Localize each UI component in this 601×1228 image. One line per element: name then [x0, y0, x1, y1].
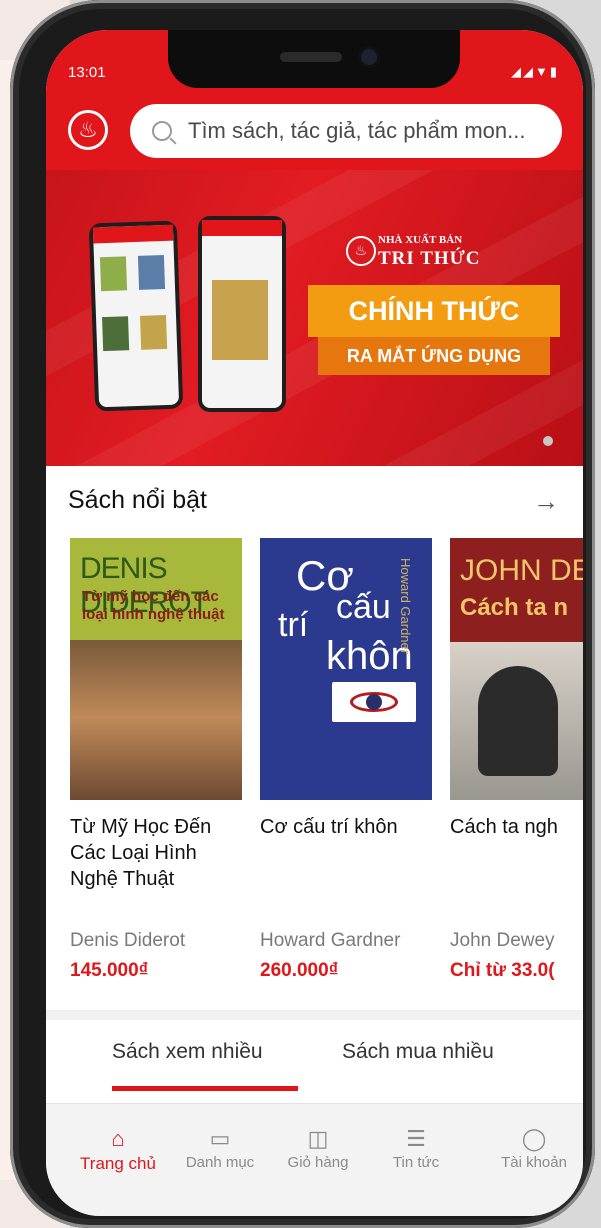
- status-icons: ◢◢▼▮: [510, 64, 559, 79]
- publisher-logo-icon: ♨: [346, 236, 376, 266]
- nav-label: Danh mục: [185, 1154, 255, 1171]
- book-title: Cơ cấu trí khôn: [260, 816, 398, 838]
- arrow-right-icon[interactable]: →: [533, 486, 559, 517]
- publisher-label: NHÀ XUẤT BẢN: [378, 234, 463, 246]
- app-logo[interactable]: ♨: [68, 110, 108, 150]
- status-time: 13:01: [68, 64, 106, 81]
- carousel-indicator[interactable]: [543, 436, 553, 446]
- book-card[interactable]: JOHN DEW Cách ta n Cách ta ngh John Dewe…: [450, 538, 583, 982]
- banner-subheadline: RA MẮT ỨNG DỤNG: [318, 337, 550, 375]
- tab-most-bought[interactable]: Sách mua nhiều: [342, 1040, 494, 1064]
- list-icon: ☰: [406, 1126, 426, 1151]
- nav-label: Tài khoản: [501, 1154, 567, 1171]
- portrait-illustration: [478, 666, 558, 776]
- nav-categories[interactable]: ▭ Danh mục: [170, 1124, 270, 1171]
- promo-banner[interactable]: ♨ NHÀ XUẤT BẢN TRI THỨC CHÍNH THỨC RA MẮ…: [46, 170, 583, 466]
- front-camera: [358, 46, 380, 68]
- nav-label: Tin tức: [392, 1154, 440, 1171]
- search-bar[interactable]: [130, 104, 562, 158]
- folder-icon: ▭: [209, 1126, 231, 1151]
- cover-title: Từ mỹ học đến các loại hình nghệ thuật: [82, 588, 225, 623]
- section-title: Sách nổi bật: [68, 486, 207, 514]
- book-author: Howard Gardner: [260, 930, 401, 951]
- book-card[interactable]: Cơ cấu trí khôn Howard Gardner Cơ cấu tr…: [260, 538, 432, 982]
- banner-phone-mockup: [198, 216, 286, 412]
- book-cover: DENIS DIDEROT Từ mỹ học đến các loại hìn…: [70, 538, 242, 800]
- book-price: 145.000₫: [70, 960, 149, 981]
- book-cover: JOHN DEW Cách ta n: [450, 538, 583, 800]
- user-icon: ◯: [521, 1126, 547, 1151]
- banner-headline: CHÍNH THỨC: [308, 285, 560, 337]
- nav-label: Giỏ hàng: [287, 1154, 349, 1171]
- nav-label: Trang chủ: [80, 1154, 156, 1173]
- tab-bar: Sách xem nhiều Sách mua nhiều: [46, 1030, 583, 1090]
- book-card[interactable]: DENIS DIDEROT Từ mỹ học đến các loại hìn…: [70, 538, 242, 982]
- nav-cart[interactable]: ◫ Giỏ hàng: [268, 1124, 368, 1171]
- app-screen: 13:01 ◢◢▼▮ ♨ Tìm sách, tác giả, tác phẩm…: [46, 30, 583, 1216]
- cover-title-3: trí: [278, 606, 309, 644]
- nav-account[interactable]: ◯ Tài khoản: [484, 1124, 583, 1171]
- banner-phone-mockup: [88, 220, 184, 412]
- book-title: Cách ta ngh: [450, 816, 558, 838]
- phone-frame: 13:01 ◢◢▼▮ ♨ Tìm sách, tác giả, tác phẩm…: [10, 0, 595, 1228]
- cover-title-2: cấu: [336, 588, 391, 626]
- home-icon: ⌂: [111, 1126, 125, 1151]
- search-input[interactable]: [186, 117, 560, 145]
- eye-illustration: [332, 682, 416, 722]
- featured-books-list: DENIS DIDEROT Từ mỹ học đến các loại hìn…: [46, 538, 583, 1008]
- book-price: Chỉ từ 33.0(: [450, 960, 555, 981]
- shopping-bag-icon: ◫: [307, 1126, 329, 1151]
- book-price: 260.000₫: [260, 960, 339, 981]
- nav-news[interactable]: ☰ Tin tức: [366, 1124, 466, 1171]
- publisher-name: TRI THỨC: [378, 248, 481, 269]
- nav-home[interactable]: ⌂ Trang chủ: [68, 1124, 168, 1174]
- speaker-grille: [280, 52, 342, 62]
- cover-author: Howard Gardner: [398, 558, 413, 655]
- cover-title: Cách ta n: [460, 594, 569, 621]
- tab-most-viewed[interactable]: Sách xem nhiều: [112, 1040, 263, 1064]
- phone-notch: [168, 30, 460, 88]
- book-cover: Cơ cấu trí khôn Howard Gardner: [260, 538, 432, 800]
- section-divider: [46, 1010, 583, 1020]
- book-author: Denis Diderot: [70, 930, 186, 951]
- bottom-navigation: ⌂ Trang chủ ▭ Danh mục ◫ Giỏ hàng ☰ Tin …: [46, 1103, 583, 1216]
- active-tab-indicator: [112, 1086, 298, 1091]
- book-title: Từ Mỹ Học Đến Các Loại Hình Nghệ Thuật: [70, 816, 212, 890]
- search-icon: [152, 121, 172, 141]
- cover-author: JOHN DEW: [460, 554, 583, 587]
- book-author: John Dewey: [450, 930, 555, 951]
